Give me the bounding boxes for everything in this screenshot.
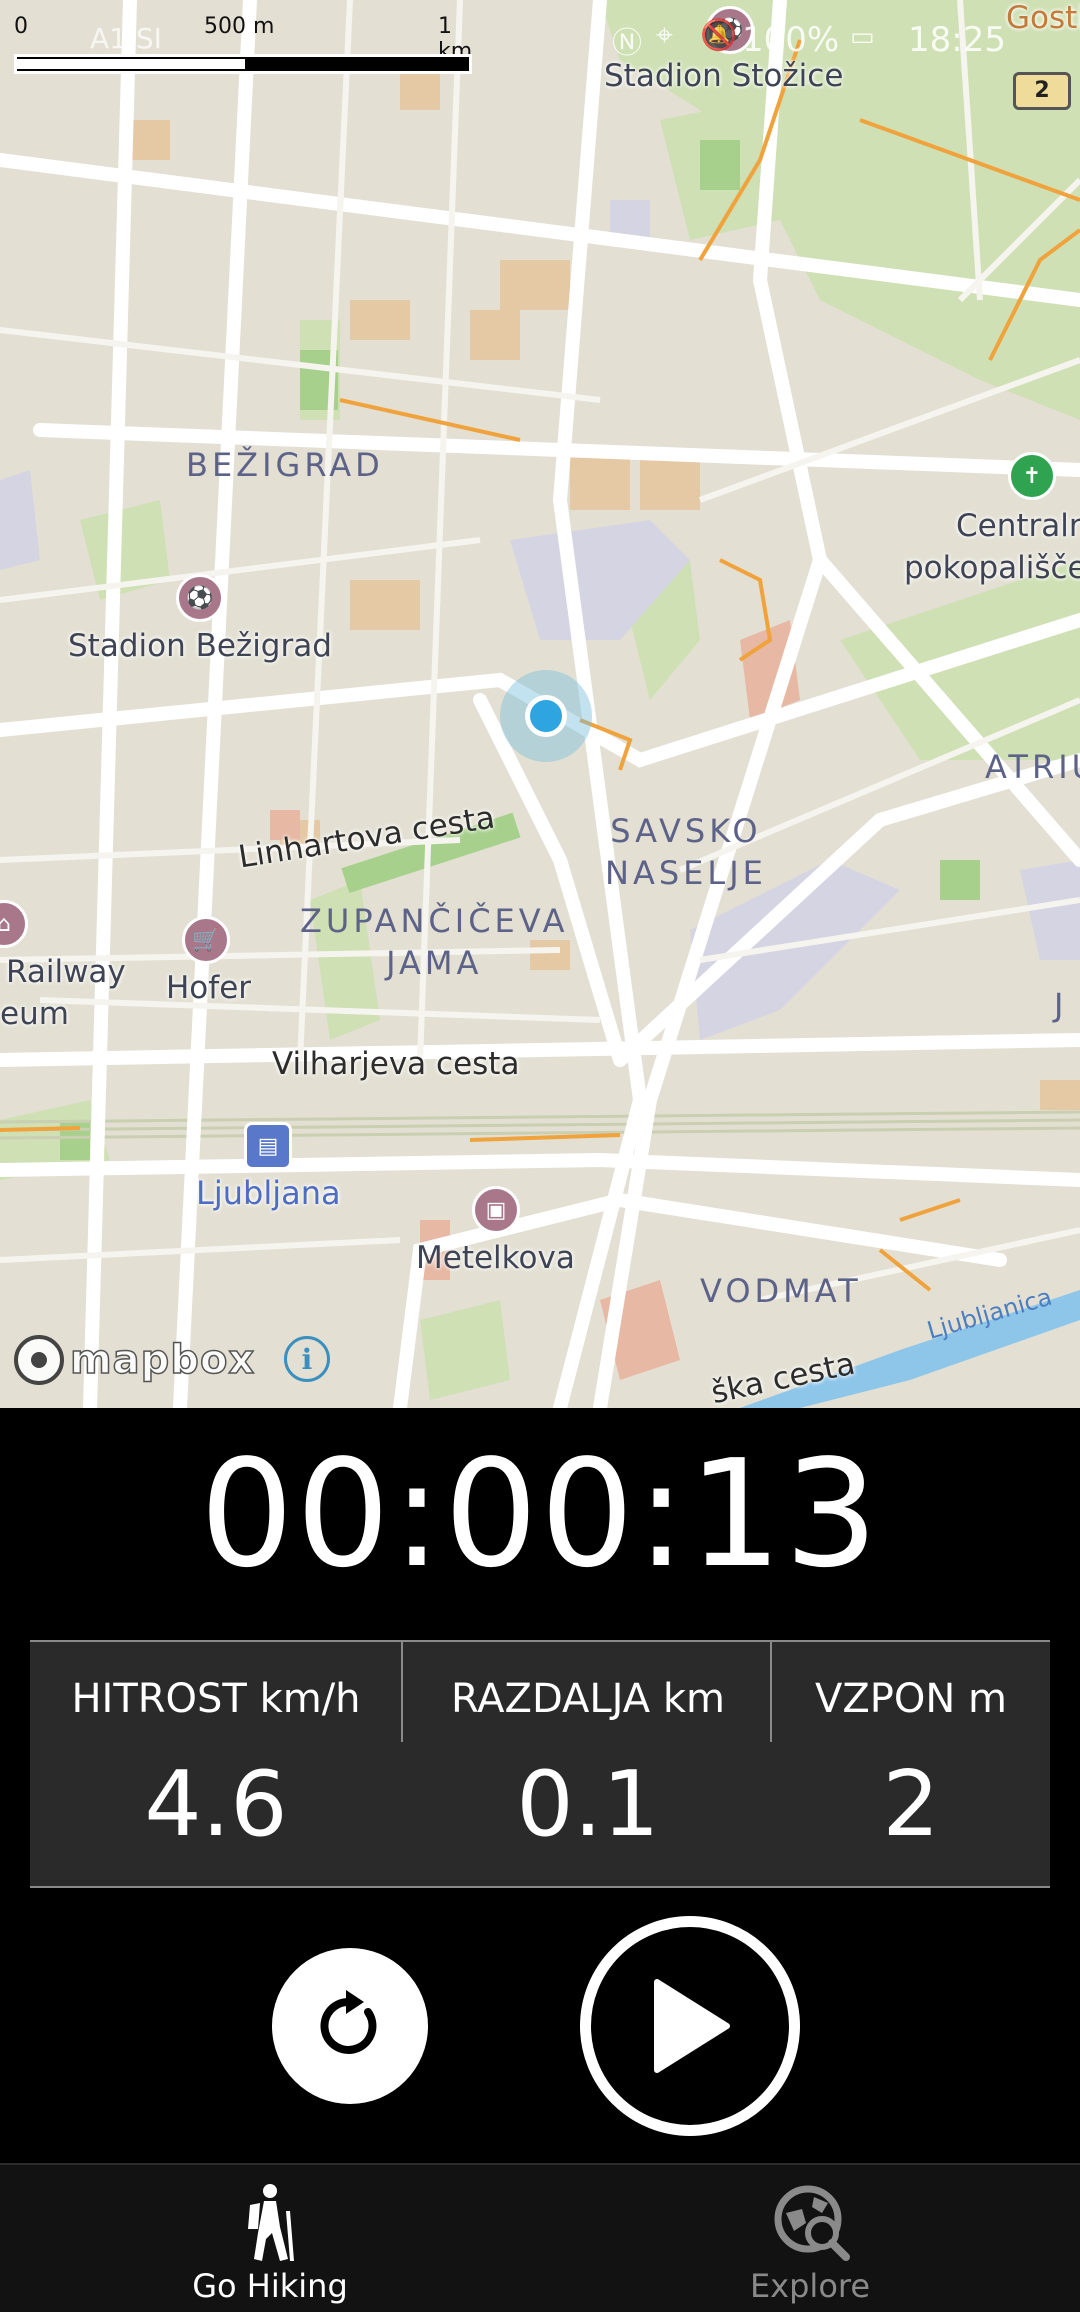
cemetery-pin-icon[interactable]: ✝ bbox=[1008, 452, 1056, 500]
district-label-vodmat: VODMAT bbox=[700, 1272, 862, 1310]
status-battery: 100% bbox=[742, 20, 840, 60]
poi-label-ljubljana-station: Ljubljana bbox=[196, 1174, 341, 1212]
hiker-icon bbox=[248, 2184, 294, 2261]
stat-label: VZPON m bbox=[815, 1676, 1007, 1722]
mapbox-logo-icon bbox=[14, 1335, 64, 1385]
poi-label-eum: eum bbox=[0, 996, 69, 1032]
battery-icon: ▭ bbox=[850, 22, 875, 52]
poi-label-metelkova: Metelkova bbox=[416, 1240, 575, 1276]
nfc-icon: Ⓝ bbox=[612, 26, 642, 61]
explore-icon bbox=[774, 2185, 850, 2261]
stat-value: 4.6 bbox=[144, 1752, 288, 1857]
nav-label: Go Hiking bbox=[192, 2267, 348, 2305]
nav-label: Explore bbox=[749, 2267, 871, 2305]
status-bar: A1 SI Ⓝ ⌖ 🔕 100% ▭ 18:25 bbox=[0, 0, 1080, 80]
current-location-icon bbox=[525, 695, 567, 737]
stats-table: HITROST km/h 4.6 RAZDALJA km 0.1 VZPON m… bbox=[30, 1640, 1050, 1888]
district-label-savsko-naselje: SAVSKO NASELJE bbox=[605, 810, 767, 894]
district-label-zupanciceva-jama: ZUPANČIČEVA JAMA bbox=[300, 900, 569, 984]
district-label-line: JAMA bbox=[386, 944, 483, 982]
refresh-icon bbox=[320, 1990, 377, 2054]
stat-value: 0.1 bbox=[516, 1752, 660, 1857]
nav-go-hiking[interactable]: Go Hiking bbox=[0, 2165, 540, 2312]
stat-label: RAZDALJA km bbox=[451, 1676, 725, 1722]
poi-label-hofer: Hofer bbox=[166, 970, 252, 1006]
mapbox-logo-text: mapbox bbox=[69, 1336, 256, 1384]
tracking-panel: 00:00:13 HITROST km/h 4.6 RAZDALJA km 0.… bbox=[0, 1408, 1080, 2163]
gallery-pin-icon[interactable]: ▣ bbox=[472, 1186, 520, 1234]
shop-pin-icon[interactable]: 🛒 bbox=[182, 916, 230, 964]
poi-label-pokopalisce: pokopališče bbox=[904, 550, 1080, 586]
stat-elevation: VZPON m 2 bbox=[772, 1642, 1050, 1886]
play-icon bbox=[654, 1979, 730, 2073]
poi-label-railway: Railway bbox=[6, 954, 126, 990]
district-label-line: SAVSKO bbox=[610, 812, 762, 850]
start-button[interactable] bbox=[580, 1916, 800, 2136]
nav-explore[interactable]: Explore bbox=[540, 2165, 1080, 2312]
district-label-j: J bbox=[1054, 986, 1068, 1024]
district-label-line: ZUPANČIČEVA bbox=[300, 902, 569, 940]
map-view[interactable]: BEŽIGRAD SAVSKO NASELJE ZUPANČIČEVA JAMA… bbox=[0, 0, 1080, 1408]
status-time: 18:25 bbox=[908, 20, 1006, 60]
district-label-line: NASELJE bbox=[605, 854, 767, 892]
reset-button[interactable] bbox=[272, 1948, 428, 2104]
poi-label-centralno: Centraln bbox=[956, 508, 1080, 544]
elapsed-timer: 00:00:13 bbox=[199, 1428, 881, 1600]
location-status-icon: ⌖ bbox=[656, 18, 673, 53]
stat-value: 2 bbox=[882, 1752, 940, 1857]
attribution-info-button[interactable]: i bbox=[284, 1336, 330, 1382]
stat-speed: HITROST km/h 4.6 bbox=[30, 1642, 402, 1886]
bottom-navigation: Go Hiking Explore bbox=[0, 2163, 1080, 2312]
poi-label-stadion-bezigrad: Stadion Bežigrad bbox=[68, 628, 332, 664]
stat-distance: RAZDALJA km 0.1 bbox=[403, 1642, 773, 1886]
district-label-atriu: ATRIU bbox=[985, 748, 1080, 786]
status-carrier: A1 SI bbox=[90, 22, 162, 55]
stat-label: HITROST km/h bbox=[71, 1676, 361, 1722]
mapbox-logo[interactable]: mapbox bbox=[14, 1332, 255, 1388]
stadium-pin-icon[interactable]: ⚽ bbox=[176, 574, 224, 622]
mute-icon: 🔕 bbox=[700, 18, 738, 53]
train-station-icon[interactable]: ▤ bbox=[244, 1122, 292, 1170]
district-label-bezigrad: BEŽIGRAD bbox=[186, 446, 384, 484]
street-label-vilharjeva: Vilharjeva cesta bbox=[272, 1046, 520, 1082]
